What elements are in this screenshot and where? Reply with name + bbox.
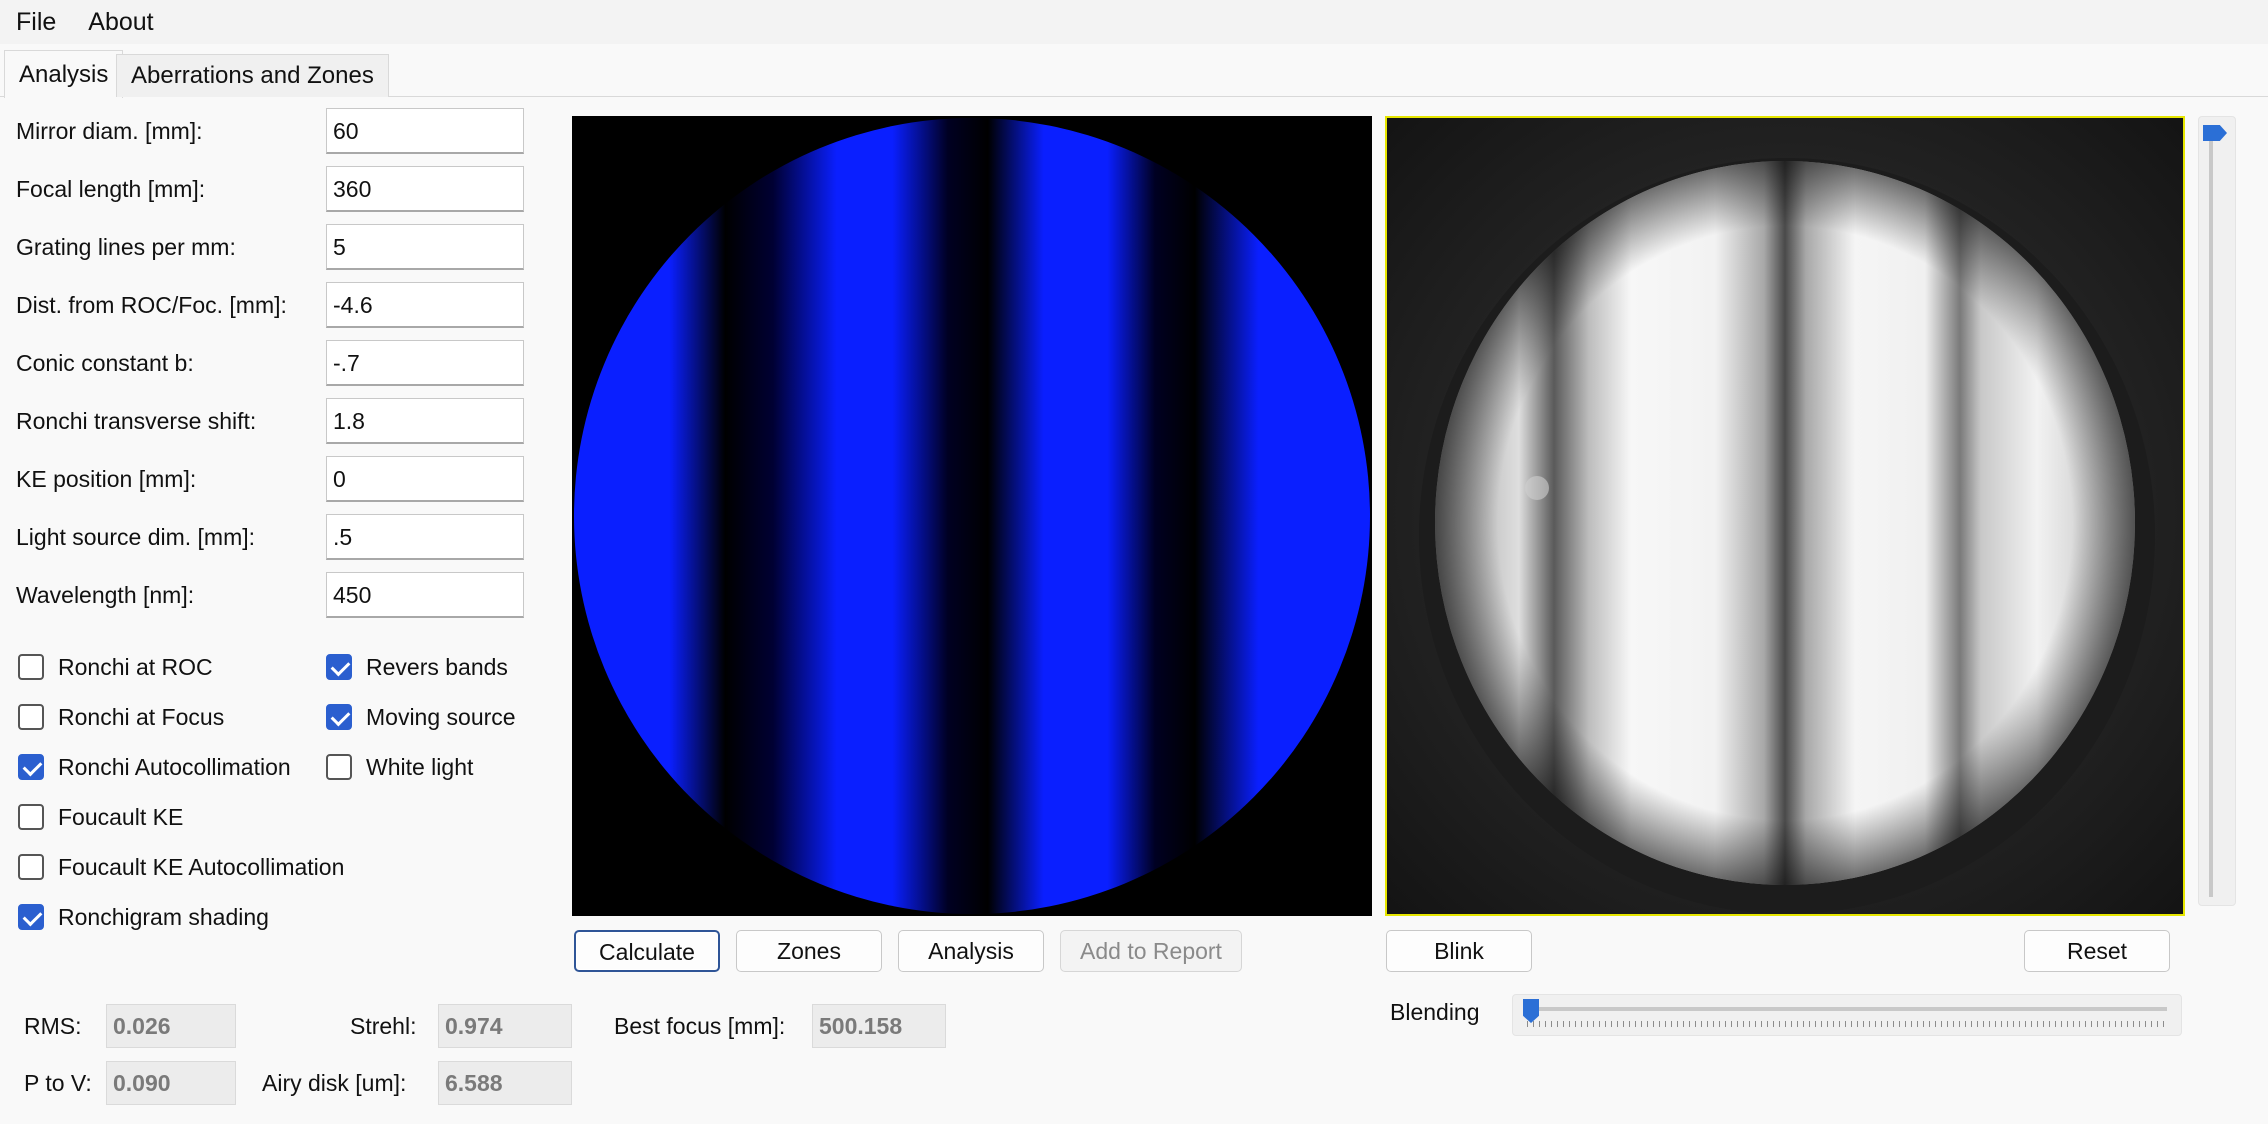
moving-source-box[interactable] <box>326 704 352 730</box>
field-row-mirror-diam: Mirror diam. [mm]: 60 <box>0 108 530 154</box>
ronchigram-shading-label: Ronchigram shading <box>58 903 269 930</box>
add-to-report-button[interactable]: Add to Report <box>1060 930 1242 972</box>
vertical-slider[interactable] <box>2198 116 2236 906</box>
p-to-v-value: 0.090 <box>106 1061 236 1105</box>
field-row-grating-lines: Grating lines per mm: 5 <box>0 224 530 270</box>
tab-analysis[interactable]: Analysis <box>4 50 124 98</box>
field-row-dist-roc: Dist. from ROC/Foc. [mm]: -4.6 <box>0 282 530 328</box>
mirror-diam-input[interactable]: 60 <box>326 108 524 154</box>
mirror-diam-label: Mirror diam. [mm]: <box>16 118 203 144</box>
best-focus-value: 500.158 <box>812 1004 946 1048</box>
p-to-v-label: P to V: <box>24 1070 92 1096</box>
foucault-ke-autocollimation-label: Foucault KE Autocollimation <box>58 853 345 880</box>
foucault-ke-box[interactable] <box>18 804 44 830</box>
vertical-slider-track <box>2209 127 2213 897</box>
ronchi-at-focus-checkbox[interactable]: Ronchi at Focus <box>18 697 224 737</box>
grating-lines-label: Grating lines per mm: <box>16 234 236 260</box>
best-focus-label: Best focus [mm]: <box>614 1013 786 1039</box>
field-row-ke-position: KE position [mm]: 0 <box>0 456 530 502</box>
strehl-value: 0.974 <box>438 1004 572 1048</box>
calculate-button[interactable]: Calculate <box>574 930 720 972</box>
ronchi-autocollimation-label: Ronchi Autocollimation <box>58 753 291 780</box>
tab-aberrations-and-zones[interactable]: Aberrations and Zones <box>116 54 389 97</box>
tab-bar: Analysis Aberrations and Zones <box>0 50 2268 98</box>
revers-bands-box[interactable] <box>326 654 352 680</box>
menu-file[interactable]: File <box>0 0 72 44</box>
dist-roc-label: Dist. from ROC/Foc. [mm]: <box>16 292 287 318</box>
field-row-conic-constant: Conic constant b: -.7 <box>0 340 530 386</box>
ronchi-shift-label: Ronchi transverse shift: <box>16 408 257 434</box>
foucault-ke-autocollimation-box[interactable] <box>18 854 44 880</box>
rms-label: RMS: <box>24 1013 82 1039</box>
foucault-ke-label: Foucault KE <box>58 803 184 830</box>
wavelength-input[interactable]: 450 <box>326 572 524 618</box>
ronchi-at-roc-label: Ronchi at ROC <box>58 653 213 680</box>
simulated-ronchigram-image <box>572 116 1372 916</box>
grating-lines-input[interactable]: 5 <box>326 224 524 270</box>
conic-constant-input[interactable]: -.7 <box>326 340 524 386</box>
photo-ronchigram-panel <box>1385 116 2185 916</box>
light-source-label: Light source dim. [mm]: <box>16 524 256 550</box>
ronchi-at-focus-label: Ronchi at Focus <box>58 703 225 730</box>
blink-button[interactable]: Blink <box>1386 930 1532 972</box>
moving-source-label: Moving source <box>366 703 516 730</box>
ronchi-autocollimation-box[interactable] <box>18 754 44 780</box>
foucault-ke-checkbox[interactable]: Foucault KE <box>18 797 183 837</box>
airy-disk-value: 6.588 <box>438 1061 572 1105</box>
blending-slider-track <box>1527 1007 2167 1011</box>
white-light-label: White light <box>366 753 474 780</box>
strehl-label: Strehl: <box>350 1013 417 1039</box>
ronchi-at-roc-box[interactable] <box>18 654 44 680</box>
blending-slider[interactable] <box>1512 994 2182 1036</box>
analysis-button[interactable]: Analysis <box>898 930 1044 972</box>
photo-ronchigram-image <box>1387 118 2183 914</box>
white-light-box[interactable] <box>326 754 352 780</box>
simulated-ronchigram-panel <box>572 116 1372 916</box>
moving-source-checkbox[interactable]: Moving source <box>326 697 516 737</box>
ronchi-autocollimation-checkbox[interactable]: Ronchi Autocollimation <box>18 747 291 787</box>
zones-button[interactable]: Zones <box>736 930 882 972</box>
dist-roc-input[interactable]: -4.6 <box>326 282 524 328</box>
field-row-light-source: Light source dim. [mm]: .5 <box>0 514 530 560</box>
field-row-ronchi-shift: Ronchi transverse shift: 1.8 <box>0 398 530 444</box>
blending-slider-thumb[interactable] <box>1523 999 1539 1023</box>
focal-length-label: Focal length [mm]: <box>16 176 206 202</box>
ronchigram-shading-box[interactable] <box>18 904 44 930</box>
revers-bands-label: Revers bands <box>366 653 508 680</box>
ronchigram-shading-checkbox[interactable]: Ronchigram shading <box>18 897 269 937</box>
field-row-focal-length: Focal length [mm]: 360 <box>0 166 530 212</box>
ronchi-at-roc-checkbox[interactable]: Ronchi at ROC <box>18 647 213 687</box>
airy-disk-label: Airy disk [um]: <box>262 1070 407 1096</box>
white-light-checkbox[interactable]: White light <box>326 747 473 787</box>
focal-length-input[interactable]: 360 <box>326 166 524 212</box>
menu-about[interactable]: About <box>72 0 169 44</box>
menu-bar: File About <box>0 0 2268 44</box>
conic-constant-label: Conic constant b: <box>16 350 194 376</box>
ke-position-input[interactable]: 0 <box>326 456 524 502</box>
light-source-input[interactable]: .5 <box>326 514 524 560</box>
reset-button[interactable]: Reset <box>2024 930 2170 972</box>
field-row-wavelength: Wavelength [nm]: 450 <box>0 572 530 618</box>
ronchi-at-focus-box[interactable] <box>18 704 44 730</box>
wavelength-label: Wavelength [nm]: <box>16 582 195 608</box>
foucault-ke-autocollimation-checkbox[interactable]: Foucault KE Autocollimation <box>18 847 344 887</box>
blending-slider-ticks <box>1527 1021 2167 1027</box>
blending-label: Blending <box>1390 999 1480 1025</box>
vertical-slider-thumb[interactable] <box>2203 125 2227 141</box>
revers-bands-checkbox[interactable]: Revers bands <box>326 647 508 687</box>
ronchi-shift-input[interactable]: 1.8 <box>326 398 524 444</box>
rms-value: 0.026 <box>106 1004 236 1048</box>
ke-position-label: KE position [mm]: <box>16 466 197 492</box>
